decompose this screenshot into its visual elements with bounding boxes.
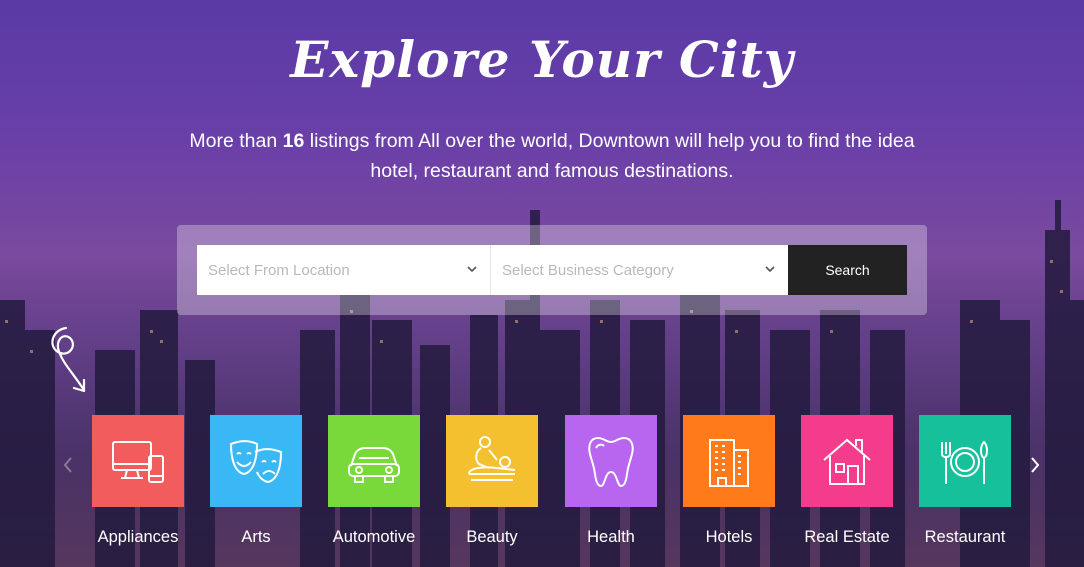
theater-masks-icon: [229, 440, 283, 484]
category-hotels[interactable]: Hotels: [683, 415, 803, 555]
massage-icon: [468, 436, 516, 481]
search-button[interactable]: Search: [788, 245, 907, 295]
category-arts[interactable]: Arts: [210, 415, 330, 555]
subtitle-text-start: More than: [189, 130, 283, 152]
curly-arrow-icon: [51, 326, 86, 393]
category-restaurant[interactable]: Restaurant: [919, 415, 1039, 555]
house-icon: [823, 438, 871, 485]
category-label: Automotive: [332, 528, 416, 546]
category-label: Restaurant: [924, 528, 1006, 546]
category-tile[interactable]: [328, 415, 420, 507]
hero-title: Explore Your City: [290, 30, 794, 89]
category-label: Appliances: [97, 528, 179, 546]
category-health[interactable]: Health: [565, 415, 685, 555]
carousel-prev-arrow-icon[interactable]: [60, 454, 76, 476]
category-tile[interactable]: [801, 415, 893, 507]
category-label: Arts: [241, 528, 271, 546]
search-panel: Select From Location Select Business Cat…: [177, 225, 927, 315]
subtitle-text-end: listings from All over the world, Downto…: [304, 130, 915, 182]
listing-count: 16: [282, 130, 305, 152]
location-select-placeholder: Select From Location: [208, 261, 350, 279]
category-automotive[interactable]: Automotive: [328, 415, 448, 555]
category-real-estate[interactable]: Real Estate: [801, 415, 921, 555]
car-icon: [348, 447, 400, 483]
category-beauty[interactable]: Beauty: [446, 415, 566, 555]
category-label: Real Estate: [804, 528, 890, 546]
category-select[interactable]: Select Business Category: [491, 245, 788, 295]
category-tile[interactable]: [92, 415, 184, 507]
dining-icon: [941, 440, 988, 484]
category-label: Health: [587, 528, 635, 546]
category-tile[interactable]: [565, 415, 657, 507]
category-tile[interactable]: [446, 415, 538, 507]
appliances-icon: [112, 441, 164, 483]
category-tile[interactable]: [683, 415, 775, 507]
hero-subtitle: More than 16 listings from All over the …: [172, 126, 932, 186]
tooth-icon: [588, 436, 634, 488]
category-appliances[interactable]: Appliances: [92, 415, 212, 555]
chevron-down-icon: [467, 266, 477, 273]
building-icon: [709, 439, 749, 487]
category-label: Hotels: [705, 528, 753, 546]
location-select[interactable]: Select From Location: [197, 245, 491, 295]
category-tile[interactable]: [210, 415, 302, 507]
category-select-placeholder: Select Business Category: [502, 261, 674, 279]
chevron-down-icon: [765, 266, 775, 273]
category-tile[interactable]: [919, 415, 1011, 507]
category-label: Beauty: [466, 528, 518, 546]
